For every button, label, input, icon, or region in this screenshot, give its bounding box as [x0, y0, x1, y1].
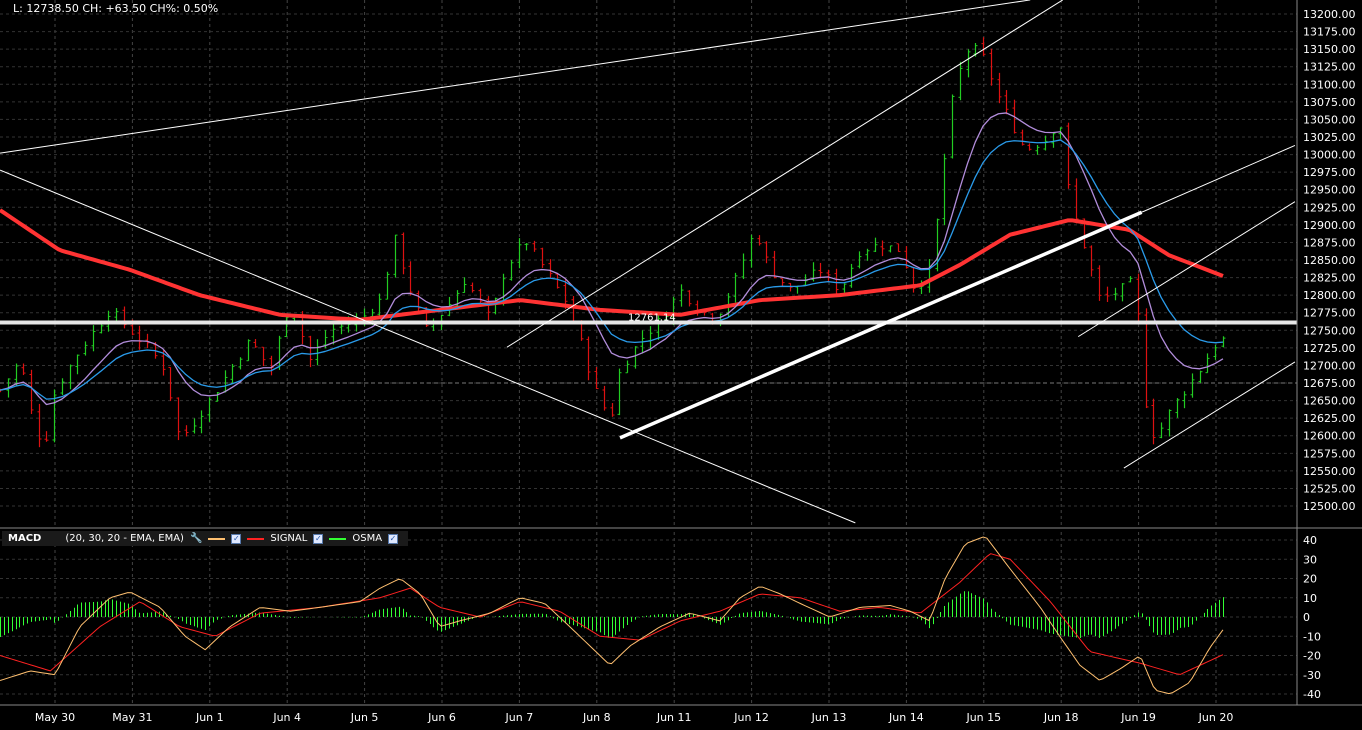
y-tick-label: 12775.00 — [1303, 307, 1356, 320]
signal-label: SIGNAL — [270, 533, 308, 544]
x-tick-label: Jun 6 — [427, 711, 456, 724]
y-tick-label: 13000.00 — [1303, 149, 1356, 162]
y-tick-label: 13175.00 — [1303, 26, 1356, 39]
trendline — [619, 210, 1143, 440]
y-tick-label: 12800.00 — [1303, 289, 1356, 302]
x-tick-label: May 31 — [112, 711, 152, 724]
y-tick-label: 12500.00 — [1303, 500, 1356, 513]
y-tick-label: 12700.00 — [1303, 359, 1356, 372]
y-tick-label: 12875.00 — [1303, 236, 1356, 249]
y-tick-label: 13050.00 — [1303, 113, 1356, 126]
y-tick-label: 13200.00 — [1303, 8, 1356, 21]
y-tick-label: 12975.00 — [1303, 166, 1356, 179]
x-tick-label: Jun 14 — [888, 711, 924, 724]
y-tick-label: 12750.00 — [1303, 324, 1356, 337]
x-tick-label: Jun 15 — [965, 711, 1001, 724]
osma-label: OSMA — [352, 533, 383, 544]
trendline — [0, 169, 856, 524]
macd-params: (20, 30, 20 - EMA, EMA) — [65, 533, 184, 544]
y-tick-label: 12600.00 — [1303, 430, 1356, 443]
y-tick-label: 12650.00 — [1303, 395, 1356, 408]
x-tick-label: Jun 4 — [272, 711, 301, 724]
y-tick-label: 12575.00 — [1303, 447, 1356, 460]
ma-fast-line — [0, 112, 1224, 406]
macd-y-tick-label: 20 — [1303, 573, 1317, 586]
macd-y-tick-label: -20 — [1303, 650, 1321, 663]
y-tick-label: 12850.00 — [1303, 254, 1356, 267]
signal-swatch — [247, 537, 265, 540]
x-tick-label: Jun 11 — [656, 711, 692, 724]
y-tick-label: 12950.00 — [1303, 184, 1356, 197]
y-tick-label: 13025.00 — [1303, 131, 1356, 144]
y-tick-label: 12900.00 — [1303, 219, 1356, 232]
y-tick-label: 12550.00 — [1303, 465, 1356, 478]
macd-y-tick-label: 0 — [1303, 611, 1310, 624]
x-tick-label: Jun 8 — [582, 711, 611, 724]
macd-y-tick-label: 30 — [1303, 553, 1317, 566]
macd-y-tick-label: -30 — [1303, 669, 1321, 682]
signal-checkbox[interactable]: ✓ — [313, 533, 324, 544]
osma-checkbox[interactable]: ✓ — [388, 533, 399, 544]
trendline — [1141, 144, 1296, 213]
horizontal-line-label: 12761.14 — [628, 312, 676, 323]
y-tick-label: 12525.00 — [1303, 482, 1356, 495]
x-tick-label: Jun 13 — [811, 711, 847, 724]
trendline — [0, 0, 1031, 154]
grid — [0, 0, 1297, 705]
y-tick-label: 13125.00 — [1303, 61, 1356, 74]
x-tick-label: Jun 19 — [1120, 711, 1156, 724]
macd-title: MACD — [8, 533, 42, 544]
macd-y-tick-label: 40 — [1303, 534, 1317, 547]
y-tick-label: 13075.00 — [1303, 96, 1356, 109]
trendline — [1123, 361, 1296, 469]
y-tick-label: 12675.00 — [1303, 377, 1356, 390]
x-tick-label: Jun 20 — [1198, 711, 1234, 724]
x-tick-label: Jun 18 — [1043, 711, 1079, 724]
y-tick-label: 12825.00 — [1303, 272, 1356, 285]
macd-legend: MACD (20, 30, 20 - EMA, EMA) 🔧 ✓ SIGNAL … — [2, 531, 408, 546]
x-tick-label: Jun 5 — [350, 711, 379, 724]
y-tick-label: 13150.00 — [1303, 43, 1356, 56]
x-tick-label: Jun 12 — [733, 711, 769, 724]
ma-slow-line — [0, 139, 1224, 400]
price-chart: 12761.14 May 30 May 31 Jun 1 Jun 4 Jun 5 Jun … — [0, 0, 1362, 724]
y-tick-label: 12625.00 — [1303, 412, 1356, 425]
macd-swatch — [208, 537, 226, 540]
y-tick-label: 13100.00 — [1303, 78, 1356, 91]
macd-line — [0, 536, 1224, 695]
signal-line — [0, 553, 1224, 675]
macd-checkbox[interactable]: ✓ — [231, 533, 242, 544]
y-tick-label: 12725.00 — [1303, 342, 1356, 355]
y-tick-label: 12925.00 — [1303, 201, 1356, 214]
x-tick-label: Jun 1 — [195, 711, 224, 724]
wrench-icon[interactable]: 🔧 — [190, 533, 202, 544]
trendlines[interactable]: 12761.14 — [0, 0, 1297, 524]
macd-y-tick-label: -10 — [1303, 630, 1321, 643]
moving-averages — [0, 112, 1224, 406]
macd-y-tick-label: -40 — [1303, 688, 1321, 701]
x-tick-label: Jun 7 — [505, 711, 534, 724]
macd-panel — [0, 536, 1224, 695]
trendline — [1077, 201, 1296, 338]
x-tick-label: May 30 — [35, 711, 75, 724]
ma-long-line — [0, 208, 1224, 322]
price-info: L: 12738.50 CH: +63.50 CH%: 0.50% — [13, 2, 219, 15]
osma-swatch — [329, 537, 347, 540]
macd-y-tick-label: 10 — [1303, 592, 1317, 605]
